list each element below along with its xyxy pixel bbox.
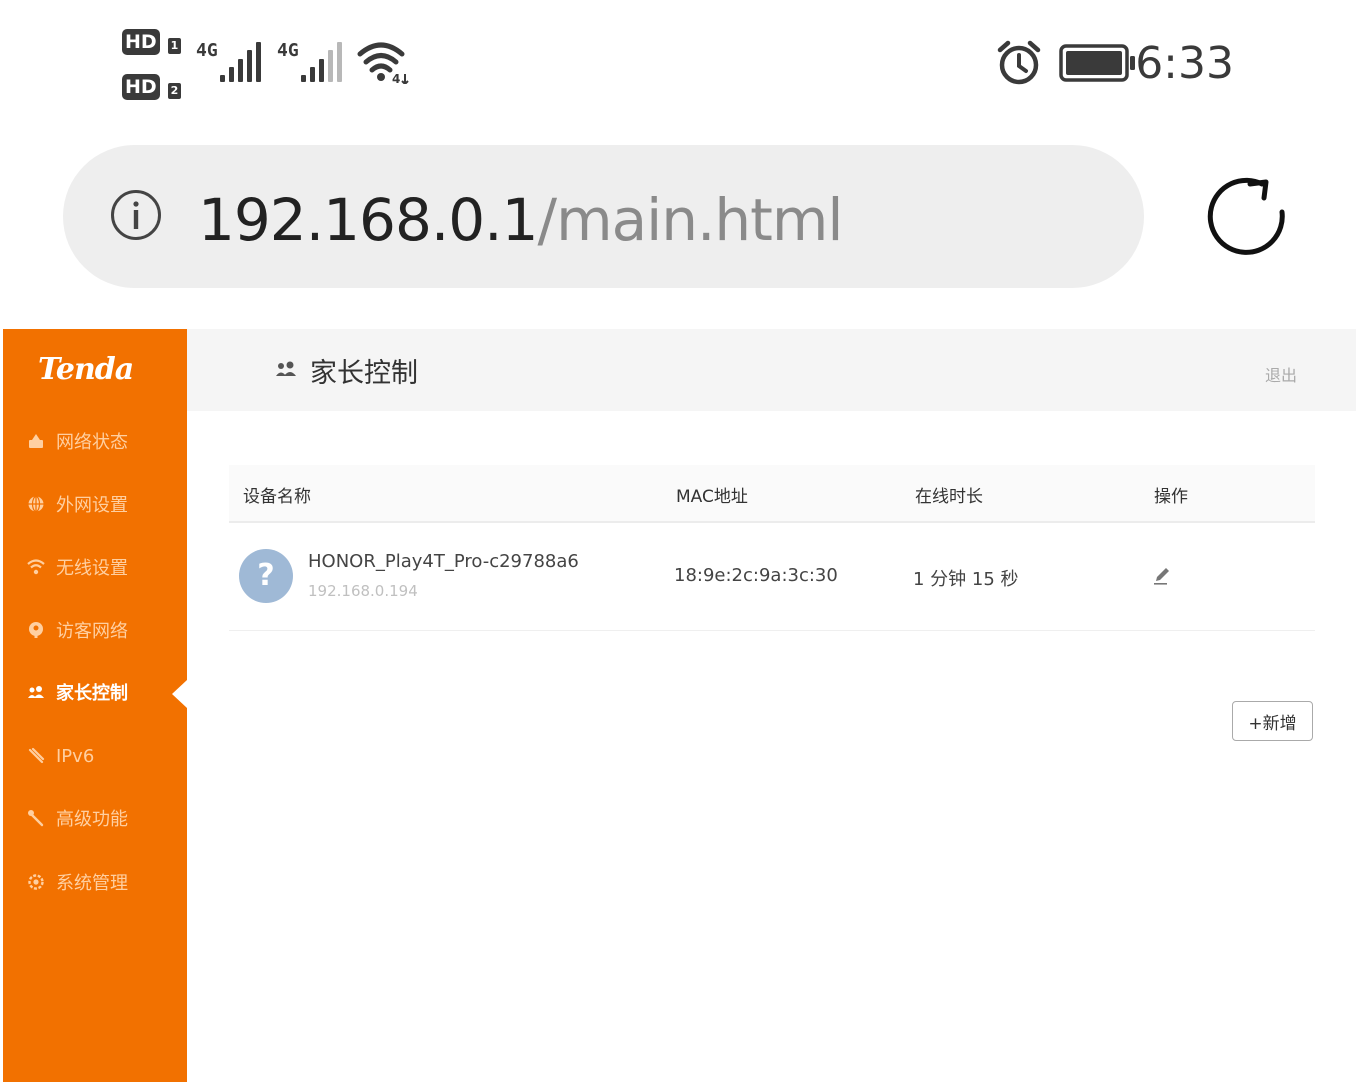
alarm-icon	[997, 40, 1041, 85]
column-header-mac: MAC地址	[676, 487, 748, 507]
sidebar-item-guest-network[interactable]: 访客网络	[26, 613, 128, 647]
column-header-action: 操作	[1154, 487, 1188, 507]
url-host: 192.168.0.1	[198, 186, 539, 254]
family-icon	[26, 682, 46, 702]
device-avatar: ?	[239, 549, 293, 603]
sim2-hd-badge: HD	[122, 74, 160, 100]
url-text[interactable]: 192.168.0.1/main.html	[198, 186, 844, 254]
sidebar-item-parental-control[interactable]: 家长控制	[26, 675, 128, 709]
add-button[interactable]: +新增	[1232, 701, 1313, 741]
device-ip: 192.168.0.194	[308, 582, 418, 600]
sidebar-item-advanced[interactable]: 高级功能	[26, 801, 128, 835]
sidebar-item-label: 高级功能	[56, 809, 128, 830]
sim2-index: 2	[168, 83, 181, 99]
sidebar-item-label: 无线设置	[56, 558, 128, 579]
row-divider	[229, 630, 1315, 631]
clock-time: 6:33	[1135, 38, 1234, 89]
family-icon	[276, 361, 296, 376]
sidebar-item-label: 系统管理	[56, 873, 128, 894]
active-indicator	[172, 680, 187, 708]
device-name: HONOR_Play4T_Pro-c29788a6	[308, 551, 579, 572]
gear-icon	[26, 872, 46, 892]
sidebar-item-label: IPv6	[56, 745, 95, 767]
network-status-icon	[26, 431, 46, 451]
brand-logo: Tenda	[38, 352, 134, 387]
url-path: /main.html	[537, 186, 844, 254]
sidebar-item-label: 访客网络	[56, 621, 128, 642]
guest-icon	[26, 620, 46, 640]
sidebar-item-network-status[interactable]: 网络状态	[26, 424, 128, 458]
device-online-time: 1 分钟 15 秒	[913, 569, 1019, 590]
reload-icon[interactable]	[1204, 172, 1296, 264]
info-icon[interactable]	[110, 189, 162, 241]
globe-icon	[26, 494, 46, 514]
sim1-network-type: 4G	[196, 40, 218, 61]
wifi-icon: 4	[357, 42, 409, 84]
sidebar-item-wireless-settings[interactable]: 无线设置	[26, 550, 128, 584]
sidebar-item-label: 外网设置	[56, 495, 128, 516]
battery-icon	[1059, 44, 1135, 82]
table-header	[229, 465, 1315, 523]
ipv6-icon	[26, 746, 46, 766]
logout-link[interactable]: 退出	[1265, 362, 1297, 386]
signal-icon	[301, 42, 345, 82]
sidebar-item-label: 家长控制	[56, 683, 128, 704]
sim2-network-type: 4G	[277, 40, 299, 61]
tools-icon	[26, 808, 46, 828]
device-mac: 18:9e:2c:9a:3c:30	[674, 565, 838, 586]
sidebar-item-system-management[interactable]: 系统管理	[26, 865, 128, 899]
column-header-online-time: 在线时长	[915, 487, 983, 507]
wifi-icon	[26, 557, 46, 577]
page-title: 家长控制	[310, 358, 418, 389]
sim1-index: 1	[168, 38, 181, 54]
sidebar-item-wan-settings[interactable]: 外网设置	[26, 487, 128, 521]
edit-icon[interactable]	[1152, 566, 1172, 586]
column-header-device-name: 设备名称	[243, 487, 311, 507]
signal-icon	[220, 42, 264, 82]
sidebar-item-label: 网络状态	[56, 432, 128, 453]
wifi-tag: 4	[392, 72, 400, 84]
sidebar-item-ipv6[interactable]: IPv6	[26, 739, 94, 773]
status-bar: HD 1 HD 2 4G 4G 4 6:33	[0, 0, 1356, 130]
sim1-hd-badge: HD	[122, 29, 160, 55]
